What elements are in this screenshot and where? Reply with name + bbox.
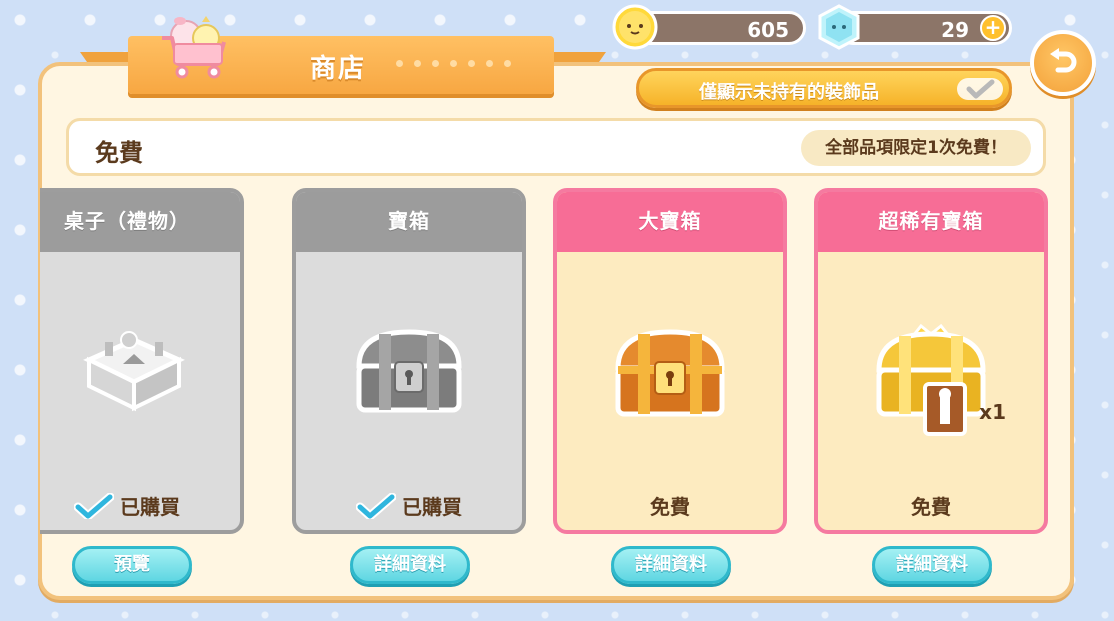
details-button-big-chest[interactable]: 詳細資料 [611,546,731,584]
purchased-check-icon [74,492,114,519]
item-card-gift-table[interactable]: 桌子（禮物） 已購買 [40,188,244,534]
item-card-title: 超稀有寶箱 [818,192,1044,252]
gem-face-icon [818,4,860,50]
coin-face-icon [612,4,658,50]
item-card-list: 桌子（禮物） 已購買 寶箱 已購買 大寶箱 免費 超稀有寶箱 x1 免費 [40,186,1070,586]
item-card-chest[interactable]: 寶箱 已購買 [292,188,526,534]
ribbon-dots [396,60,511,67]
category-bar: 免費 全部品項限定1次免費！ [66,118,1046,176]
gift-table-icon [83,331,185,412]
item-status: 已購買 [296,491,522,520]
item-quantity: x1 [979,400,1006,424]
item-status: 已購買 [40,491,240,520]
item-card-big-chest[interactable]: 大寶箱 免費 [553,188,787,534]
category-title: 免費 [95,139,143,167]
page-title: 商店 [309,54,366,84]
shopping-cart-icon [162,16,226,79]
item-card-title: 寶箱 [296,192,522,252]
add-gems-icon[interactable]: + [980,15,1006,41]
item-card-title: 桌子（禮物） [40,192,240,252]
purchased-check-icon [356,492,396,519]
item-status: 免費 [911,495,951,519]
free-limit-note: 全部品項限定1次免費！ [801,130,1031,166]
owned-filter-toggle[interactable]: 僅顯示未持有的裝飾品 [636,68,1012,108]
return-arrow-icon [1050,48,1077,73]
preview-button[interactable]: 預覽 [72,546,192,584]
gem-amount: 29 [941,18,969,42]
filter-toggle-label: 僅顯示未持有的裝飾品 [699,82,879,103]
details-button-chest[interactable]: 詳細資料 [350,546,470,584]
item-status: 免費 [650,495,690,519]
item-card-title: 大寶箱 [557,192,783,252]
silver-chest-icon [356,329,462,413]
item-card-rare-chest[interactable]: 超稀有寶箱 x1 免費 [814,188,1048,534]
checkmark-icon [957,78,1003,100]
back-button[interactable] [1030,30,1096,96]
details-button-rare-chest[interactable]: 詳細資料 [872,546,992,584]
rare-chest-icon [876,323,986,436]
coin-amount: 605 [747,18,789,42]
big-chest-icon [615,329,725,417]
